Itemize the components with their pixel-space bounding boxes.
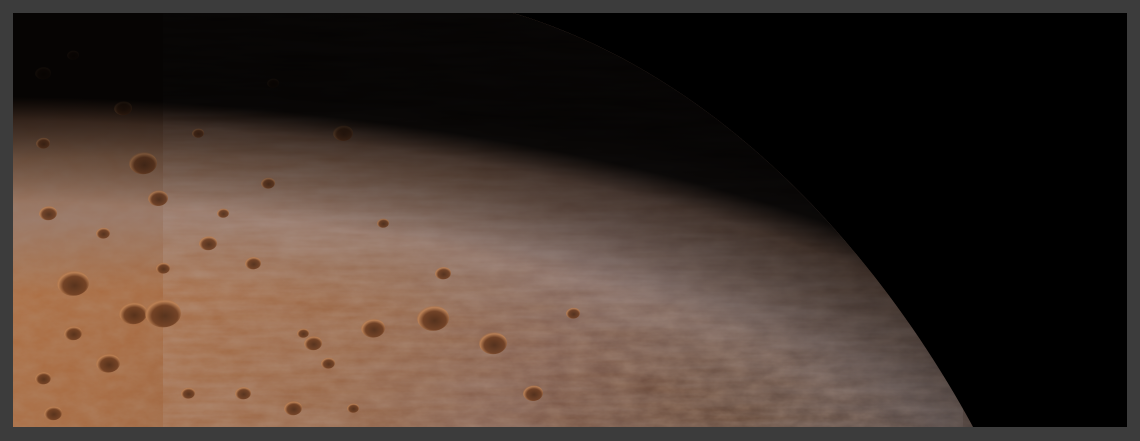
image-viewport bbox=[13, 13, 1127, 427]
image-frame bbox=[0, 0, 1140, 441]
planet-surface-image bbox=[13, 13, 1127, 427]
